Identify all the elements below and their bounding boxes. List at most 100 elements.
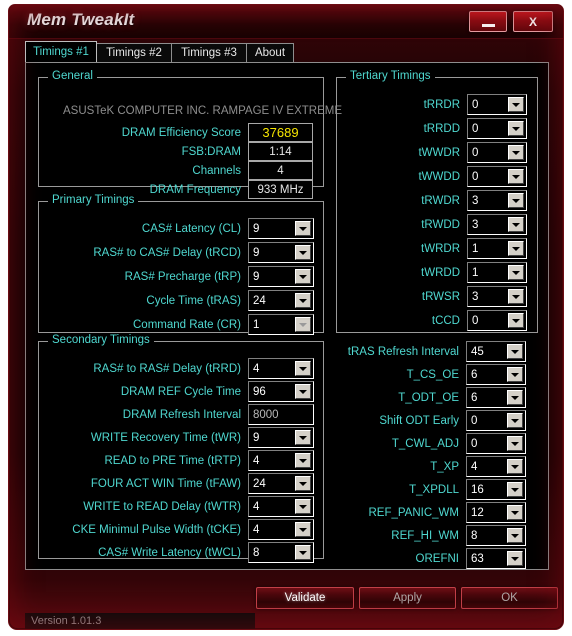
combo-cycle-time-tras[interactable]: 24 <box>248 290 314 311</box>
tab-timings-2[interactable]: Timings #2 <box>96 43 172 62</box>
chevron-down-icon[interactable] <box>508 289 524 304</box>
timing-row: tCCD 0 <box>343 310 527 331</box>
combo-value: 8 <box>253 546 260 559</box>
combo-dram-ref-cycle-time[interactable]: 96 <box>248 381 314 402</box>
combo-write-to-read-delay-twtr[interactable]: 4 <box>248 496 314 517</box>
chevron-down-icon[interactable] <box>508 97 524 112</box>
apply-button[interactable]: Apply <box>359 587 456 609</box>
combo-write-recovery-time-twr[interactable]: 9 <box>248 427 314 448</box>
combo-t-cs-oe[interactable]: 6 <box>466 364 526 385</box>
combo-trrdr[interactable]: 0 <box>467 94 527 115</box>
combo-value: 3 <box>472 290 479 303</box>
combo-t-cwl-adj[interactable]: 0 <box>466 433 526 454</box>
combo-twrdd[interactable]: 1 <box>467 262 527 283</box>
chevron-down-icon[interactable] <box>295 384 311 399</box>
combo-ref-panic-wm[interactable]: 12 <box>466 502 526 523</box>
combo-value: 0 <box>472 146 479 159</box>
label-command-rate-cr: Command Rate (CR) <box>133 318 241 331</box>
chevron-down-icon[interactable] <box>295 430 311 445</box>
chevron-down-icon[interactable] <box>295 476 311 491</box>
combo-trwsr[interactable]: 3 <box>467 286 527 307</box>
chevron-down-icon[interactable] <box>508 121 524 136</box>
validate-button[interactable]: Validate <box>256 587 354 609</box>
combo-t-xpdll[interactable]: 16 <box>466 479 526 500</box>
chevron-down-icon[interactable] <box>507 505 523 520</box>
chevron-down-icon[interactable] <box>295 499 311 514</box>
combo-t-xp[interactable]: 4 <box>466 456 526 477</box>
chevron-down-icon[interactable] <box>295 317 311 332</box>
app-window: Mem TweakIt X Timings #1 Timings #2 Timing… <box>8 4 564 630</box>
group-secondary-timings: Secondary Timings RAS# to RAS# Delay (tR… <box>38 334 324 563</box>
combo-ras-to-ras-delay-trrd[interactable]: 4 <box>248 358 314 379</box>
chevron-down-icon[interactable] <box>507 390 523 405</box>
combo-ras-to-cas-delay-trcd[interactable]: 9 <box>248 242 314 263</box>
chevron-down-icon[interactable] <box>295 545 311 560</box>
combo-tras-refresh-interval[interactable]: 45 <box>466 341 526 362</box>
combo-cas-latency-cl[interactable]: 9 <box>248 218 314 239</box>
combo-t-odt-oe[interactable]: 6 <box>466 387 526 408</box>
chevron-down-icon[interactable] <box>507 344 523 359</box>
chevron-down-icon[interactable] <box>507 482 523 497</box>
combo-cke-minimul-pulse-width-tcke[interactable]: 4 <box>248 519 314 540</box>
combo-orefni[interactable]: 63 <box>466 548 526 569</box>
close-button[interactable]: X <box>513 11 553 32</box>
timing-row: T_XP 4 <box>342 456 526 477</box>
chevron-down-icon[interactable] <box>507 436 523 451</box>
label-t-odt-oe: T_ODT_OE <box>398 391 459 404</box>
value-dram-efficiency-score: 37689 <box>248 123 313 142</box>
combo-trwdd[interactable]: 3 <box>467 214 527 235</box>
chevron-down-icon[interactable] <box>508 145 524 160</box>
combo-trrdd[interactable]: 0 <box>467 118 527 139</box>
label-twrdd: tWRDD <box>421 266 460 279</box>
label-ref-hi-wm: REF_HI_WM <box>391 529 459 542</box>
combo-value: 4 <box>253 454 260 467</box>
combo-cas-write-latency-twcl[interactable]: 8 <box>248 542 314 563</box>
chevron-down-icon[interactable] <box>295 522 311 537</box>
combo-twwdr[interactable]: 0 <box>467 142 527 163</box>
input-dram-refresh-interval[interactable]: 8000 <box>248 404 314 425</box>
chevron-down-icon[interactable] <box>295 293 311 308</box>
machine-identifier: ASUSTeK COMPUTER INC. RAMPAGE IV EXTREME <box>63 105 343 117</box>
combo-read-to-pre-time-trtp[interactable]: 4 <box>248 450 314 471</box>
combo-value: 8 <box>471 529 478 542</box>
chevron-down-icon[interactable] <box>508 169 524 184</box>
chevron-down-icon[interactable] <box>507 413 523 428</box>
timing-row: DRAM REF Cycle Time 96 <box>45 381 314 402</box>
chevron-down-icon[interactable] <box>507 551 523 566</box>
chevron-down-icon[interactable] <box>295 453 311 468</box>
tab-timings-1[interactable]: Timings #1 <box>25 41 97 62</box>
tab-about[interactable]: About <box>246 43 294 62</box>
minimize-button[interactable] <box>469 11 507 32</box>
chevron-down-icon[interactable] <box>295 221 311 236</box>
combo-command-rate-cr[interactable]: 1 <box>248 314 314 335</box>
combo-trwdr[interactable]: 3 <box>467 190 527 211</box>
ok-button[interactable]: OK <box>461 587 558 609</box>
chevron-down-icon[interactable] <box>508 265 524 280</box>
combo-tccd[interactable]: 0 <box>467 310 527 331</box>
chevron-down-icon[interactable] <box>507 459 523 474</box>
timing-row: tWWDR 0 <box>343 142 527 163</box>
chevron-down-icon[interactable] <box>508 193 524 208</box>
label-trrdr: tRRDR <box>423 98 460 111</box>
chevron-down-icon[interactable] <box>507 528 523 543</box>
combo-ras-precharge-trp[interactable]: 9 <box>248 266 314 287</box>
timing-row: DRAM Efficiency Score 37689 <box>45 122 313 143</box>
chevron-down-icon[interactable] <box>508 217 524 232</box>
combo-ref-hi-wm[interactable]: 8 <box>466 525 526 546</box>
group-general-label: General <box>48 70 97 82</box>
timing-row: T_ODT_OE 6 <box>342 387 526 408</box>
chevron-down-icon[interactable] <box>508 241 524 256</box>
combo-twwdd[interactable]: 0 <box>467 166 527 187</box>
chevron-down-icon[interactable] <box>295 245 311 260</box>
combo-value: 6 <box>471 391 478 404</box>
chevron-down-icon[interactable] <box>295 269 311 284</box>
chevron-down-icon[interactable] <box>295 361 311 376</box>
combo-four-act-win-time-tfaw[interactable]: 24 <box>248 473 314 494</box>
tab-timings-3[interactable]: Timings #3 <box>171 43 247 62</box>
timing-row: tRWDD 3 <box>343 214 527 235</box>
combo-twrdr[interactable]: 1 <box>467 238 527 259</box>
combo-shift-odt-early[interactable]: 0 <box>466 410 526 431</box>
timing-row: tWRDD 1 <box>343 262 527 283</box>
chevron-down-icon[interactable] <box>508 313 524 328</box>
chevron-down-icon[interactable] <box>507 367 523 382</box>
